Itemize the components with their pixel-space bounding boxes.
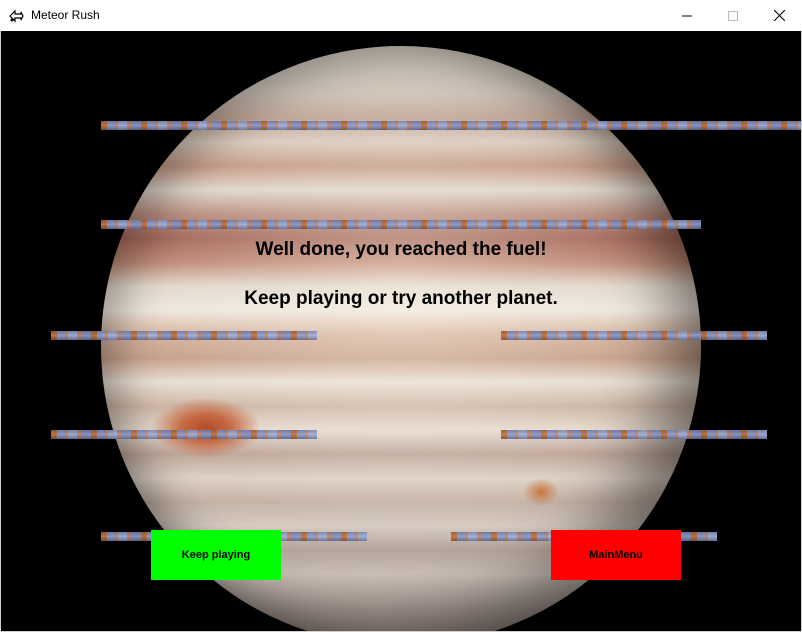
platform bbox=[101, 220, 701, 229]
main-menu-button[interactable]: MainMenu bbox=[551, 530, 681, 580]
instruction-message: Keep playing or try another planet. bbox=[244, 288, 558, 309]
window-titlebar: Meteor Rush bbox=[0, 0, 802, 31]
platform bbox=[51, 430, 317, 439]
success-message: Well done, you reached the fuel! bbox=[255, 239, 547, 260]
maximize-button[interactable] bbox=[710, 0, 756, 31]
window-border-left bbox=[0, 31, 1, 632]
game-canvas[interactable]: Well done, you reached the fuel! Keep pl… bbox=[1, 31, 801, 631]
minimize-button[interactable] bbox=[664, 0, 710, 31]
app-icon bbox=[8, 8, 24, 24]
platform bbox=[51, 331, 317, 340]
close-button[interactable] bbox=[756, 0, 802, 31]
close-icon bbox=[773, 10, 785, 21]
maximize-icon bbox=[728, 10, 738, 21]
window-title: Meteor Rush bbox=[31, 8, 100, 22]
platform bbox=[501, 331, 767, 340]
minimize-icon bbox=[682, 11, 692, 21]
platform bbox=[501, 430, 767, 439]
keep-playing-button[interactable]: Keep playing bbox=[151, 530, 281, 580]
platform bbox=[101, 121, 801, 130]
